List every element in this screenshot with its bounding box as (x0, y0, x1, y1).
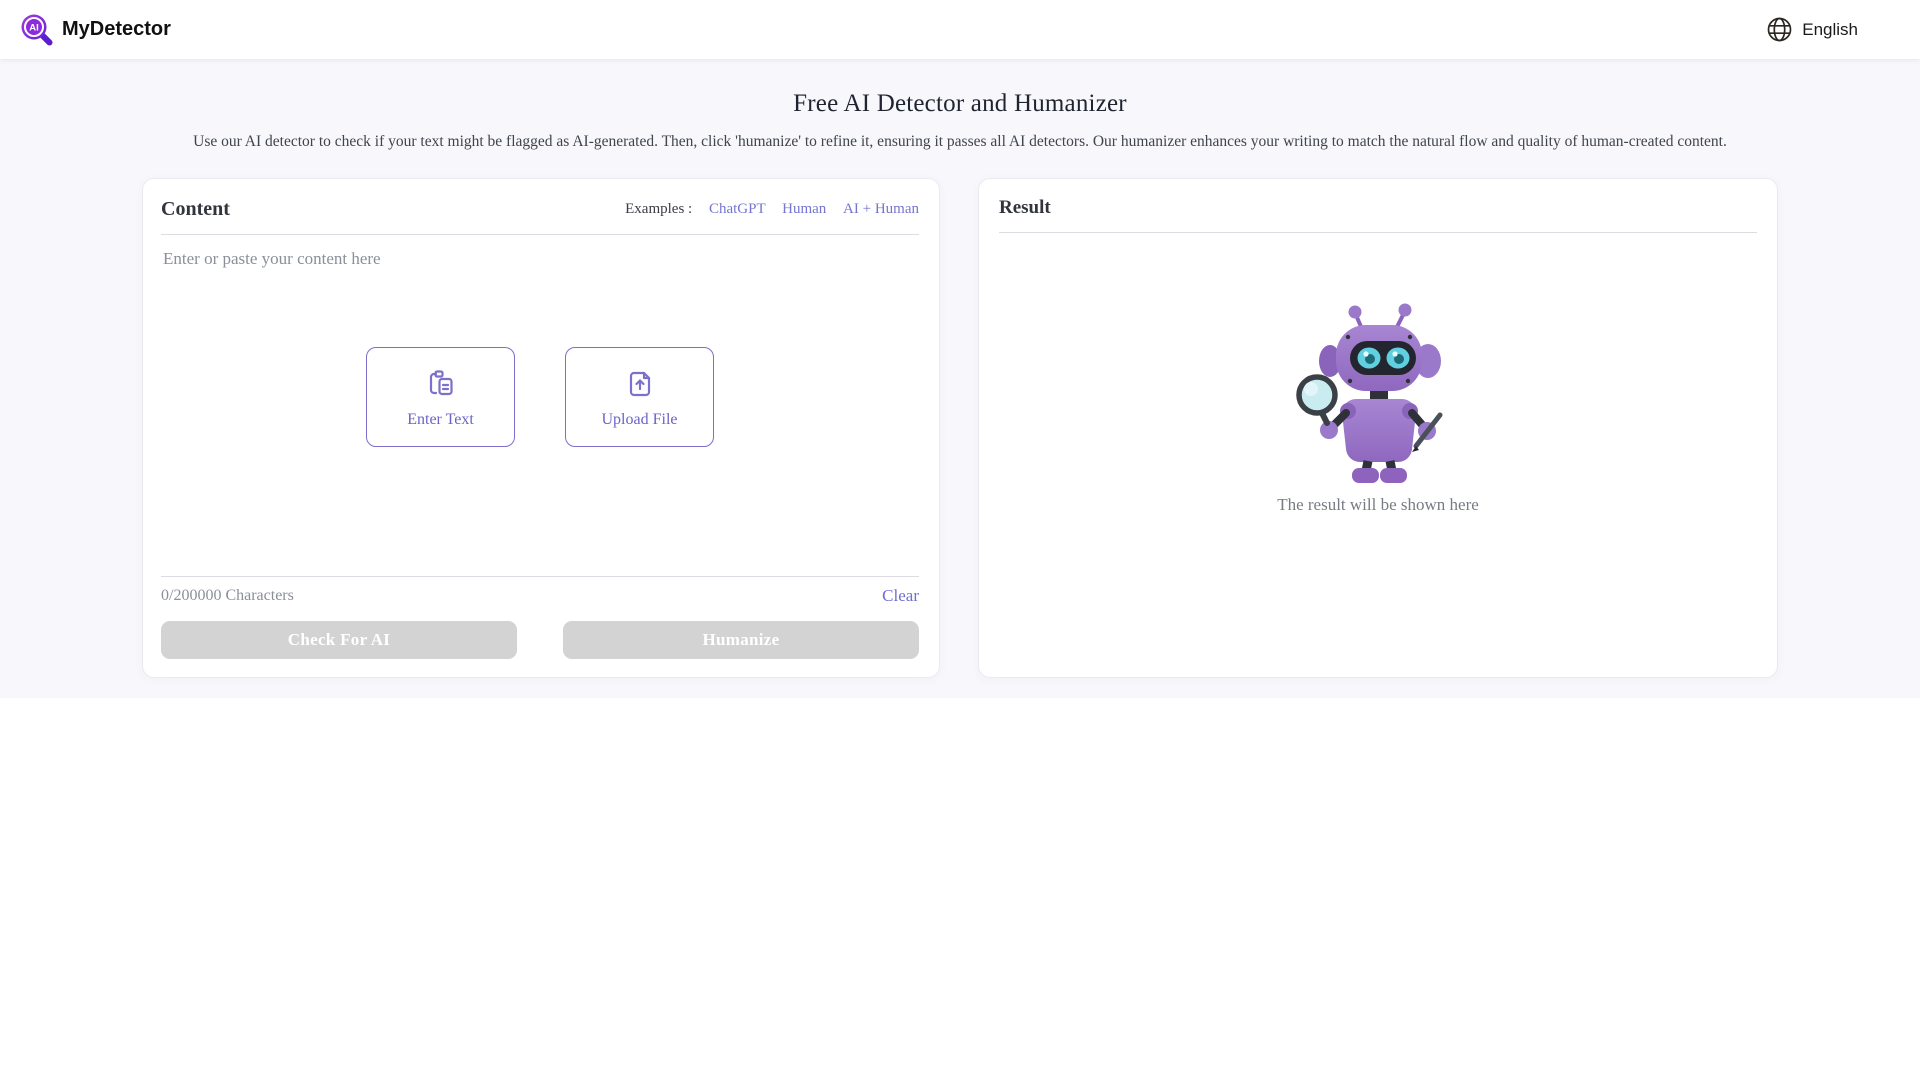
meta-row: 0/200000 Characters Clear (161, 586, 919, 606)
content-card-header: Content Examples : ChatGPT Human AI + Hu… (161, 198, 919, 221)
brand-name: MyDetector (62, 18, 171, 40)
upload-file-button[interactable]: Upload File (565, 347, 714, 447)
examples-group: Examples : ChatGPT Human AI + Human (625, 201, 919, 218)
page-subtitle: Use our AI detector to check if your tex… (193, 133, 1727, 150)
editor-zone: Enter Text Upload File (161, 235, 919, 563)
example-link-ai-human[interactable]: AI + Human (843, 201, 919, 217)
enter-text-button[interactable]: Enter Text (366, 347, 515, 447)
ai-magnifier-logo-icon: AI (18, 11, 55, 48)
character-count: 0/200000 Characters (161, 587, 294, 604)
upload-file-label: Upload File (601, 410, 678, 428)
clipboard-paste-icon (423, 366, 459, 402)
result-card-title: Result (999, 197, 1051, 218)
content-card-title: Content (161, 198, 230, 220)
content-input[interactable] (161, 235, 919, 563)
svg-text:AI: AI (29, 23, 39, 34)
enter-text-label: Enter Text (407, 410, 474, 428)
examples-label: Examples : (625, 201, 693, 217)
example-link-human[interactable]: Human (782, 201, 826, 217)
result-placeholder-text: The result will be shown here (1277, 495, 1479, 514)
main-section: Free AI Detector and Humanizer Use our A… (0, 59, 1920, 698)
language-selector[interactable]: English (1766, 16, 1858, 43)
content-card: Content Examples : ChatGPT Human AI + Hu… (142, 178, 940, 678)
language-label: English (1802, 19, 1858, 39)
clear-button[interactable]: Clear (882, 586, 919, 606)
brand-logo[interactable]: AI MyDetector (18, 11, 171, 48)
page-title: Free AI Detector and Humanizer (793, 90, 1127, 117)
result-empty-state: The result will be shown here (999, 299, 1757, 515)
globe-icon (1766, 16, 1793, 43)
result-card-header: Result (999, 197, 1757, 219)
content-footer-divider (161, 576, 919, 577)
robot-mascot-image (1296, 299, 1460, 491)
humanize-button[interactable]: Humanize (563, 621, 919, 659)
result-card: Result The result will be shown here (978, 178, 1778, 678)
action-buttons-row: Check For AI Humanize (161, 621, 919, 659)
file-upload-icon (622, 366, 658, 402)
check-for-ai-button[interactable]: Check For AI (161, 621, 517, 659)
top-header: AI MyDetector English (0, 0, 1920, 59)
result-header-divider (999, 232, 1757, 233)
example-link-chatgpt[interactable]: ChatGPT (709, 201, 765, 217)
cards-row: Content Examples : ChatGPT Human AI + Hu… (0, 178, 1920, 678)
